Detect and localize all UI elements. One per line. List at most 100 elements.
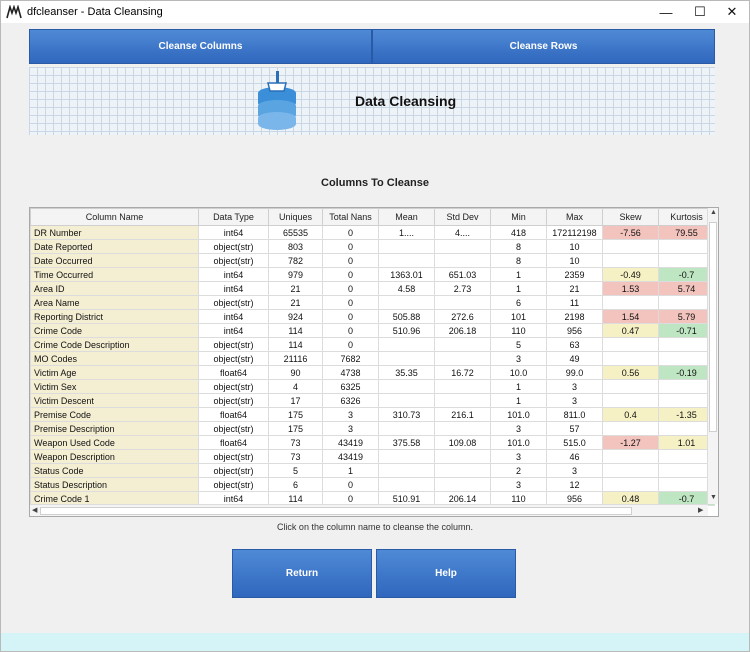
column-name-cell[interactable]: Victim Age	[30, 365, 199, 380]
app-logo-icon	[6, 5, 22, 19]
table-cell: int64	[198, 225, 269, 240]
table-row[interactable]: Status Description object(str) 6 0 3 12	[30, 477, 715, 492]
column-header[interactable]: Column Name	[30, 208, 199, 226]
scroll-left-icon[interactable]: ◀	[32, 506, 37, 514]
column-header[interactable]: Min	[490, 208, 547, 226]
column-name-cell[interactable]: Crime Code Description	[30, 337, 199, 352]
table-cell: object(str)	[198, 421, 269, 436]
column-name-cell[interactable]: Date Occurred	[30, 253, 199, 268]
table-row[interactable]: Area ID int64 21 0 4.58 2.73 1 21 1.53 5.74	[30, 281, 715, 296]
column-header[interactable]: Uniques	[268, 208, 323, 226]
column-name-cell[interactable]: Weapon Description	[30, 449, 199, 464]
table-cell: 3	[490, 351, 547, 366]
scroll-down-icon[interactable]: ▼	[710, 494, 717, 501]
table-cell: 175	[268, 407, 323, 422]
column-name-cell[interactable]: Crime Code	[30, 323, 199, 338]
table-row[interactable]: Victim Age float64 90 4738 35.35 16.72 10.0 99.…	[30, 365, 715, 380]
table-cell: 505.88	[378, 309, 435, 324]
column-name-cell[interactable]: Reporting District	[30, 309, 199, 324]
table-cell: 3	[322, 421, 379, 436]
column-name-cell[interactable]: Area ID	[30, 281, 199, 296]
main-content: Cleanse Columns Cleanse Rows Data Cleans…	[1, 23, 749, 633]
table-row[interactable]: Crime Code Description object(str) 114 0 5 63	[30, 337, 715, 352]
horizontal-scroll-thumb[interactable]	[40, 507, 632, 515]
horizontal-scrollbar[interactable]: ◀ ▶	[30, 504, 708, 516]
table-row[interactable]: Crime Code int64 114 0 510.96 206.18 110 956 0.4…	[30, 323, 715, 338]
table-cell: 418	[490, 225, 547, 240]
table-cell: 2	[490, 463, 547, 478]
table-row[interactable]: Premise Description object(str) 175 3 3 57	[30, 421, 715, 436]
column-name-cell[interactable]: MO Codes	[30, 351, 199, 366]
table-cell	[434, 295, 491, 310]
table-cell: object(str)	[198, 449, 269, 464]
table-cell: object(str)	[198, 463, 269, 478]
table-row[interactable]: DR Number int64 65535 0 1.... 4.... 418 1721121…	[30, 225, 715, 240]
table-cell: 3	[490, 421, 547, 436]
table-row[interactable]: Reporting District int64 924 0 505.88 272.6 10…	[30, 309, 715, 324]
section-title: Columns To Cleanse	[321, 177, 429, 189]
table-row[interactable]: Area Name object(str) 21 0 6 11	[30, 295, 715, 310]
scroll-up-icon[interactable]: ▲	[710, 209, 717, 216]
table-cell: 0	[322, 239, 379, 254]
table-row[interactable]: Weapon Used Code float64 73 43419 375.58 109.…	[30, 435, 715, 450]
table-row[interactable]: Date Reported object(str) 803 0 8 10	[30, 239, 715, 254]
column-name-cell[interactable]: DR Number	[30, 225, 199, 240]
table-cell	[378, 239, 435, 254]
table-row[interactable]: Victim Descent object(str) 17 6326 1 3	[30, 393, 715, 408]
column-header[interactable]: Skew	[602, 208, 659, 226]
table-cell	[602, 253, 659, 268]
return-button[interactable]: Return	[232, 549, 372, 598]
table-row[interactable]: Weapon Description object(str) 73 43419 3 46	[30, 449, 715, 464]
column-name-cell[interactable]: Victim Descent	[30, 393, 199, 408]
close-button[interactable]: ✕	[715, 1, 749, 23]
cleanse-rows-button[interactable]: Cleanse Rows	[372, 29, 715, 64]
table-row[interactable]: Premise Code float64 175 3 310.73 216.1 101.0 8…	[30, 407, 715, 422]
scroll-right-icon[interactable]: ▶	[698, 506, 703, 514]
column-name-cell[interactable]: Status Description	[30, 477, 199, 492]
table-cell: 956	[546, 323, 603, 338]
table-cell: 1....	[378, 225, 435, 240]
column-name-cell[interactable]: Premise Description	[30, 421, 199, 436]
table-row[interactable]: Victim Sex object(str) 4 6325 1 3	[30, 379, 715, 394]
column-name-cell[interactable]: Premise Code	[30, 407, 199, 422]
column-name-cell[interactable]: Victim Sex	[30, 379, 199, 394]
column-header[interactable]: Data Type	[198, 208, 269, 226]
table-cell: 1	[322, 463, 379, 478]
column-name-cell[interactable]: Time Occurred	[30, 267, 199, 282]
column-header[interactable]: Total Nans	[322, 208, 379, 226]
column-header[interactable]: Max	[546, 208, 603, 226]
table-cell: 1.53	[602, 281, 659, 296]
table-cell: 21116	[268, 351, 323, 366]
table-row[interactable]: Time Occurred int64 979 0 1363.01 651.03 1 2359…	[30, 267, 715, 282]
column-name-cell[interactable]: Area Name	[30, 295, 199, 310]
table-cell: 1	[490, 379, 547, 394]
column-header[interactable]: Mean	[378, 208, 435, 226]
help-button[interactable]: Help	[376, 549, 516, 598]
table-cell: 3	[490, 477, 547, 492]
table-cell: 49	[546, 351, 603, 366]
table-cell: 172112198	[546, 225, 603, 240]
column-header[interactable]: Std Dev	[434, 208, 491, 226]
table-cell: int64	[198, 309, 269, 324]
table-cell: object(str)	[198, 393, 269, 408]
table-row[interactable]: Date Occurred object(str) 782 0 8 10	[30, 253, 715, 268]
cleanse-columns-button[interactable]: Cleanse Columns	[29, 29, 372, 64]
vertical-scroll-thumb[interactable]	[709, 222, 717, 432]
column-name-cell[interactable]: Status Code	[30, 463, 199, 478]
table-row[interactable]: MO Codes object(str) 21116 7682 3 49	[30, 351, 715, 366]
table-cell: 6	[268, 477, 323, 492]
column-name-cell[interactable]: Weapon Used Code	[30, 435, 199, 450]
table-cell: 3	[322, 407, 379, 422]
table-cell: 1363.01	[378, 267, 435, 282]
table-cell: object(str)	[198, 379, 269, 394]
column-name-cell[interactable]: Date Reported	[30, 239, 199, 254]
table-cell: 1	[490, 281, 547, 296]
minimize-button[interactable]: —	[649, 1, 683, 23]
table-cell: 811.0	[546, 407, 603, 422]
table-cell: 5	[490, 337, 547, 352]
vertical-scrollbar[interactable]: ▲ ▼	[707, 208, 718, 504]
table-row[interactable]: Status Code object(str) 5 1 2 3	[30, 463, 715, 478]
table-cell: 0	[322, 323, 379, 338]
maximize-button[interactable]: ☐	[683, 1, 717, 23]
table-cell: 272.6	[434, 309, 491, 324]
